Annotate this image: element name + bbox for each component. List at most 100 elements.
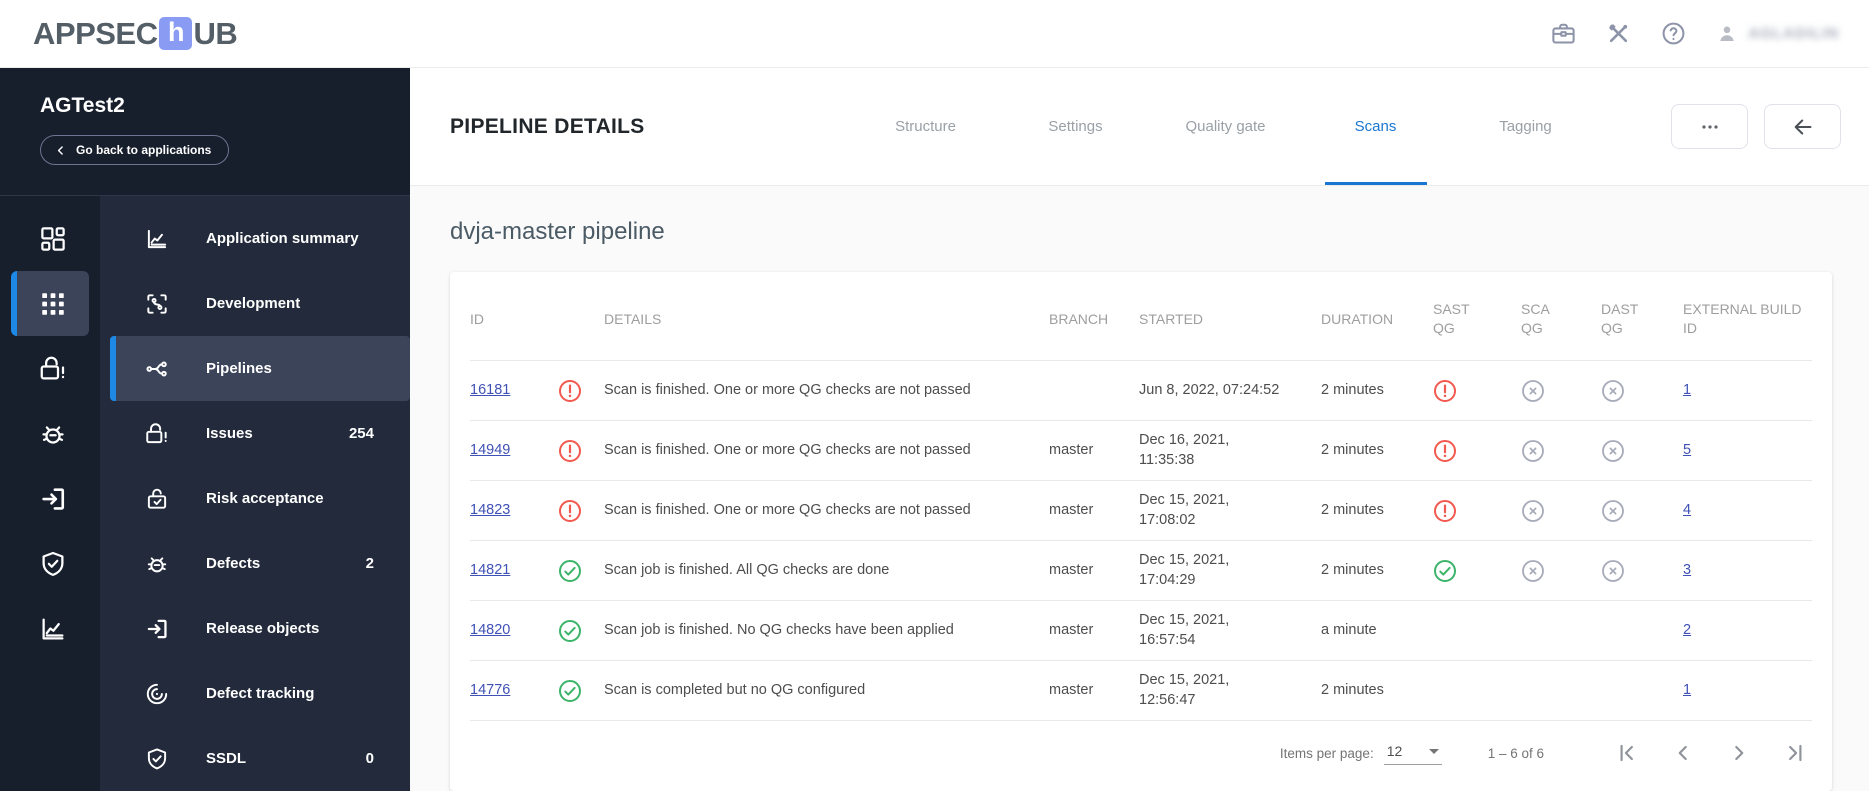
col-branch: BRANCH xyxy=(1049,272,1139,362)
scan-id-link[interactable]: 14820 xyxy=(470,622,510,638)
caret-down-icon xyxy=(1428,748,1439,754)
help-icon[interactable] xyxy=(1660,20,1687,47)
user-menu[interactable]: AGLADILIN xyxy=(1715,22,1839,46)
external-build-link[interactable]: 1 xyxy=(1683,382,1691,398)
external-build-link[interactable]: 3 xyxy=(1683,562,1691,578)
shield-check-icon xyxy=(38,549,68,579)
go-back-label: Go back to applications xyxy=(76,143,212,157)
scan-row: 14820 Scan job is finished. No QG checks… xyxy=(470,600,1812,661)
scans-table: ID DETAILS BRANCH STARTED DURATION SAST … xyxy=(470,272,1812,721)
scan-id-link[interactable]: 14823 xyxy=(470,502,510,518)
scan-duration: 2 minutes xyxy=(1321,660,1433,721)
rail-item[interactable] xyxy=(11,596,89,661)
bug-icon xyxy=(38,419,68,449)
scan-id-link[interactable]: 14776 xyxy=(470,682,510,698)
scans-card: ID DETAILS BRANCH STARTED DURATION SAST … xyxy=(450,272,1832,791)
col-details: DETAILS xyxy=(604,272,1049,362)
scan-id-link[interactable]: 16181 xyxy=(470,382,510,398)
sidebar-menu: Application summary Development Pipeline… xyxy=(100,196,410,791)
lock-check-icon xyxy=(144,486,170,512)
briefcase-icon[interactable] xyxy=(1550,20,1577,47)
scan-started: Dec 15, 2021, 12:56:47 xyxy=(1139,660,1321,721)
logo-h-block: h xyxy=(159,17,193,50)
sidebar-menu-item[interactable]: Pipelines xyxy=(110,336,410,401)
rail-item[interactable] xyxy=(11,206,89,271)
menu-item-label: Application summary xyxy=(206,230,359,247)
apps-icon xyxy=(38,289,68,319)
external-build-link[interactable]: 2 xyxy=(1683,622,1691,638)
sidebar-menu-item[interactable]: Release objects xyxy=(100,596,410,661)
content-header: PIPELINE DETAILS Structure Settings Qual… xyxy=(410,68,1869,187)
bug-icon xyxy=(144,551,170,577)
chevron-left-icon xyxy=(54,144,67,157)
scan-branch: master xyxy=(1049,480,1139,541)
col-sast-qg: SAST QG xyxy=(1433,272,1521,362)
external-build-link[interactable]: 1 xyxy=(1683,682,1691,698)
scan-details: Scan is finished. One or more QG checks … xyxy=(604,360,1049,421)
col-started: STARTED xyxy=(1139,272,1321,362)
tab-label: Structure xyxy=(895,118,956,136)
sidebar-menu-item[interactable]: Defects 2 xyxy=(100,531,410,596)
pipelines-icon xyxy=(144,356,170,382)
sidebar-header: AGTest2 Go back to applications xyxy=(0,68,410,196)
header-action-button[interactable] xyxy=(1671,104,1748,150)
sidebar-menu-item[interactable]: Issues 254 xyxy=(100,401,410,466)
tab-label: Settings xyxy=(1048,118,1103,136)
cancelled-icon xyxy=(1601,379,1625,403)
more-horizontal-icon xyxy=(1698,115,1722,139)
menu-item-label: Pipelines xyxy=(206,360,272,377)
tab[interactable]: Settings xyxy=(1001,68,1151,185)
scan-started: Dec 16, 2021, 11:35:38 xyxy=(1139,420,1321,481)
tools-icon[interactable] xyxy=(1605,20,1632,47)
next-page-icon[interactable] xyxy=(1726,740,1752,766)
sidebar-menu-item[interactable]: Application summary xyxy=(100,206,410,271)
exit-to-app-icon xyxy=(38,484,68,514)
scan-row: 14776 Scan is completed but no QG config… xyxy=(470,660,1812,721)
rail-item[interactable] xyxy=(11,336,89,401)
dashboard-icon xyxy=(38,224,68,254)
rail-item[interactable] xyxy=(11,466,89,531)
icon-rail xyxy=(0,196,100,791)
rail-item[interactable] xyxy=(11,531,89,596)
error-icon xyxy=(1433,499,1457,523)
scan-details: Scan is finished. One or more QG checks … xyxy=(604,420,1049,481)
tab[interactable]: Scans xyxy=(1301,68,1451,186)
cancelled-icon xyxy=(1521,499,1545,523)
prev-page-icon[interactable] xyxy=(1670,740,1696,766)
go-back-button[interactable]: Go back to applications xyxy=(40,135,230,165)
scan-duration: 2 minutes xyxy=(1321,480,1433,541)
cancelled-icon xyxy=(1521,439,1545,463)
sidebar-menu-item[interactable]: Defect tracking xyxy=(100,661,410,726)
last-page-icon[interactable] xyxy=(1782,740,1808,766)
rail-item[interactable] xyxy=(11,271,89,336)
tab[interactable]: Structure xyxy=(851,68,1001,185)
col-duration: DURATION xyxy=(1321,272,1433,362)
tab[interactable]: Tagging xyxy=(1451,68,1601,185)
rail-item[interactable] xyxy=(11,401,89,466)
external-build-link[interactable]: 4 xyxy=(1683,502,1691,518)
scan-id-link[interactable]: 14821 xyxy=(470,562,510,578)
scan-row: 14949 Scan is finished. One or more QG c… xyxy=(470,420,1812,481)
development-icon xyxy=(144,291,170,317)
scan-started: Dec 15, 2021, 17:08:02 xyxy=(1139,480,1321,541)
items-per-page-select[interactable]: 12 xyxy=(1383,741,1442,765)
menu-item-label: Development xyxy=(206,295,301,312)
first-page-icon[interactable] xyxy=(1614,740,1640,766)
scan-branch: master xyxy=(1049,540,1139,601)
exit-to-app-icon xyxy=(144,616,170,642)
topbar-actions: AGLADILIN xyxy=(1550,20,1839,47)
external-build-link[interactable]: 5 xyxy=(1683,442,1691,458)
sidebar-menu-item[interactable]: Development xyxy=(100,271,410,336)
sidebar-menu-item[interactable]: Risk acceptance xyxy=(100,466,410,531)
tab-label: Scans xyxy=(1354,118,1397,136)
col-status xyxy=(558,272,604,362)
scan-id-link[interactable]: 14949 xyxy=(470,442,510,458)
error-icon xyxy=(558,499,582,523)
line-chart-icon xyxy=(38,614,68,644)
header-action-button[interactable] xyxy=(1764,104,1841,150)
sidebar-menu-item[interactable]: SSDL 0 xyxy=(100,726,410,791)
tab[interactable]: Quality gate xyxy=(1151,68,1301,185)
items-per-page-label: Items per page: xyxy=(1279,745,1374,761)
content-area: PIPELINE DETAILS Structure Settings Qual… xyxy=(410,68,1869,791)
scan-duration: a minute xyxy=(1321,600,1433,661)
